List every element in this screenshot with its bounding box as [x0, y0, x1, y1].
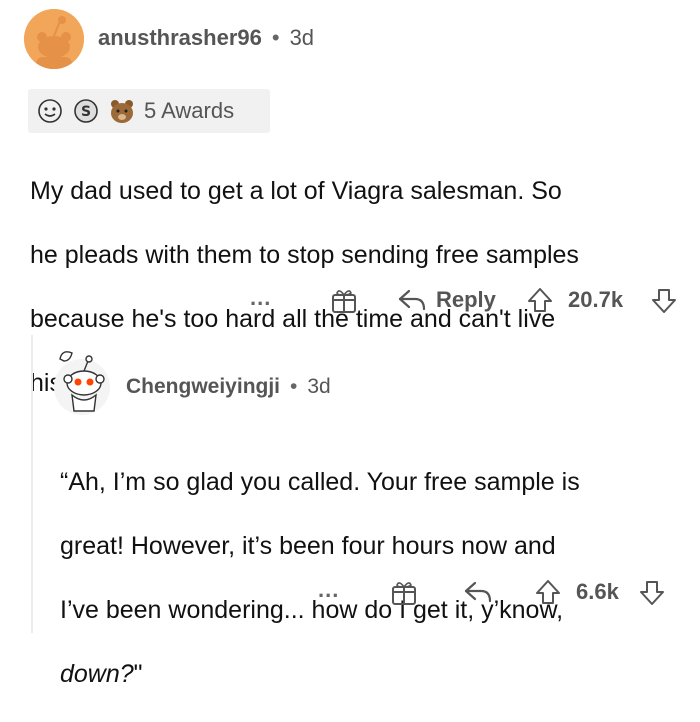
- downvote-icon[interactable]: [650, 287, 678, 321]
- awards-box[interactable]: S 5 Awards: [28, 89, 270, 133]
- gift-award-icon[interactable]: [390, 578, 418, 612]
- snoo-sitting-avatar-icon: [54, 351, 110, 415]
- upvote-icon[interactable]: [526, 286, 554, 320]
- vote-score: 20.7k: [568, 287, 624, 312]
- reply-user-avatar[interactable]: [52, 349, 112, 417]
- comment-line: he pleads with them to stop sending free…: [30, 241, 579, 269]
- comment-username[interactable]: anusthrasher96: [98, 25, 262, 51]
- reply-age: 3d: [307, 375, 331, 398]
- reply-action-bar: ... 6.6k: [318, 575, 690, 611]
- reply-arrow-icon[interactable]: [397, 287, 427, 319]
- comment-action-bar: ... Reply 20.7k: [250, 283, 690, 319]
- more-options-button[interactable]: ...: [318, 577, 339, 603]
- comment-header: anusthrasher96 • 3d: [98, 25, 314, 51]
- awards-count-label: 5 Awards: [144, 98, 235, 123]
- comment-line: My dad used to get a lot of Viagra sales…: [30, 177, 562, 205]
- reply-arrow-icon[interactable]: [463, 579, 493, 611]
- vote-score: 6.6k: [576, 579, 619, 604]
- snoo-avatar-icon: [24, 9, 84, 69]
- thread-line[interactable]: [31, 335, 33, 633]
- reply-username[interactable]: Chengweiyingji: [126, 375, 280, 399]
- reply-closing-quote: ": [133, 660, 143, 688]
- separator-dot: •: [290, 375, 298, 398]
- user-avatar[interactable]: [24, 9, 84, 69]
- reply-line: “Ah, I’m so glad you called. Your free s…: [60, 468, 580, 496]
- downvote-icon[interactable]: [638, 579, 666, 613]
- reply-button[interactable]: Reply: [436, 287, 496, 313]
- gift-award-icon[interactable]: [330, 286, 358, 320]
- reply-italic-word: down?: [60, 660, 134, 688]
- reply-header: Chengweiyingji • 3d: [126, 375, 331, 399]
- award-wholesome-icon: [36, 97, 64, 125]
- reply-last-line: down?": [60, 658, 690, 690]
- award-bear-icon: [108, 97, 136, 125]
- more-options-button[interactable]: ...: [250, 285, 271, 311]
- svg-text:S: S: [81, 104, 91, 120]
- separator-dot: •: [271, 25, 280, 50]
- reply-line: great! However, it’s been four hours now…: [60, 532, 556, 560]
- upvote-icon[interactable]: [534, 578, 562, 612]
- award-silver-icon: S: [72, 97, 100, 125]
- comment-age: 3d: [289, 25, 315, 50]
